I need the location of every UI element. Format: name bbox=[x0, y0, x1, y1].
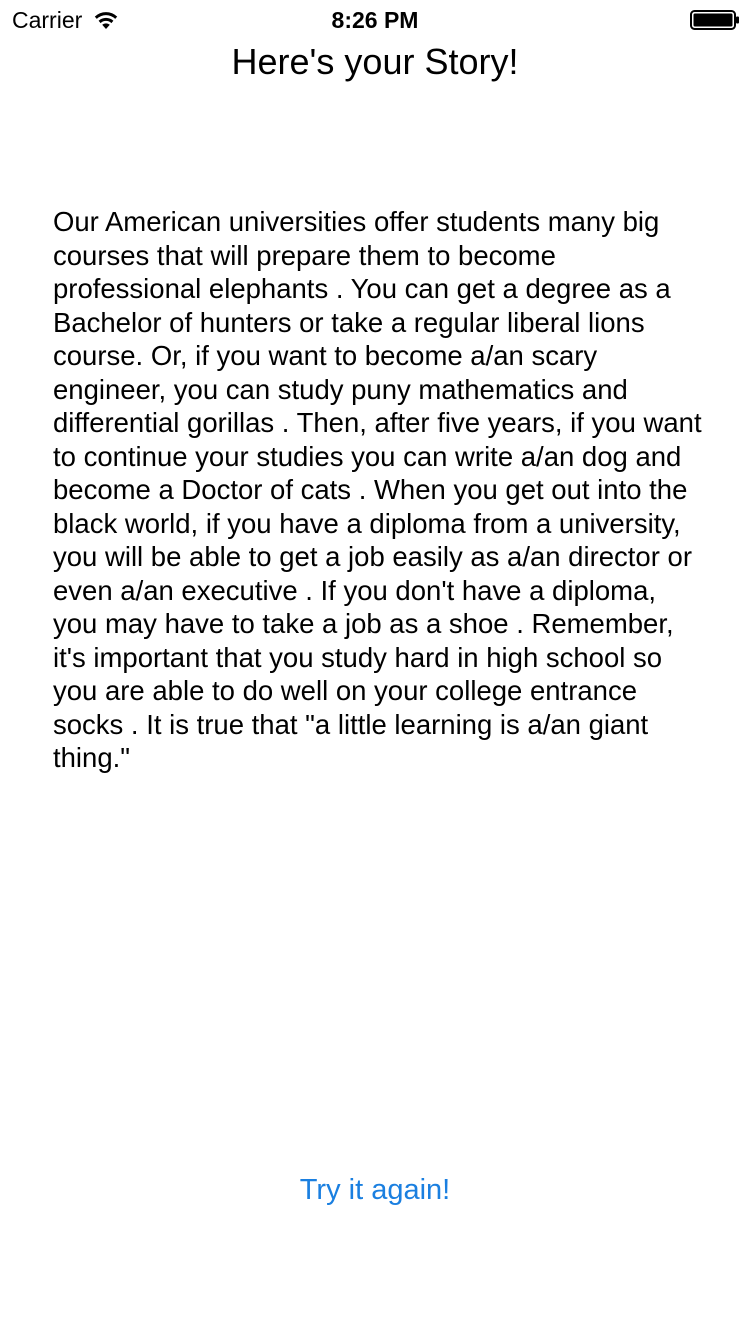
status-time: 8:26 PM bbox=[331, 7, 419, 33]
status-bar: Carrier 8:26 PM bbox=[0, 0, 750, 40]
battery-icon bbox=[690, 10, 739, 30]
story-text: Our American universities offer students… bbox=[53, 206, 702, 773]
try-again-button[interactable]: Try it again! bbox=[225, 1162, 525, 1218]
page-title: Here's your Story! bbox=[231, 41, 519, 82]
